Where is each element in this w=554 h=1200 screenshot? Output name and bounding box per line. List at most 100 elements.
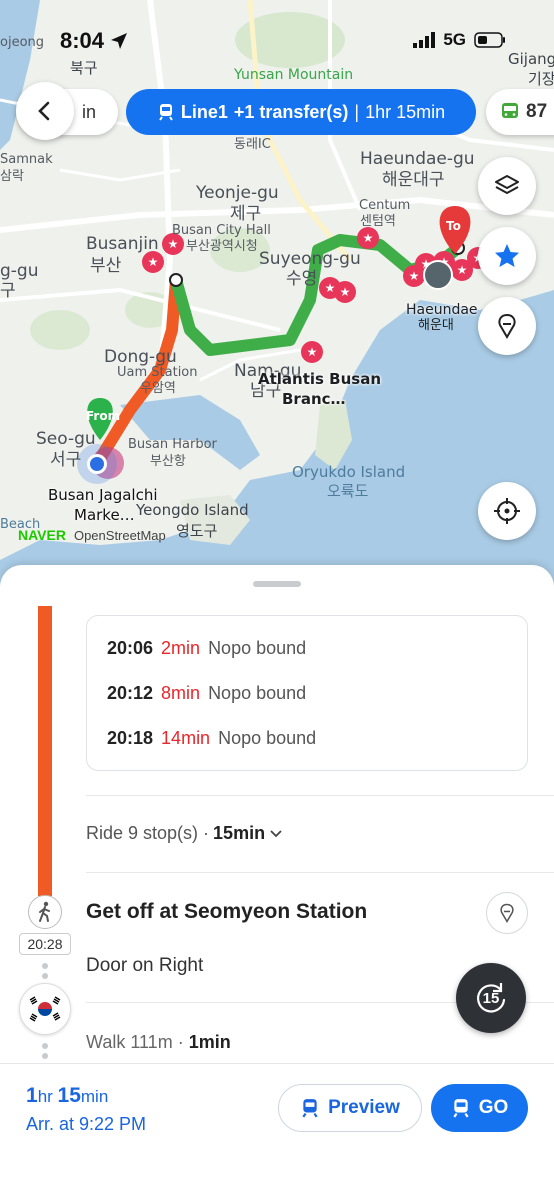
departure-wait: 14min	[161, 728, 211, 748]
ride-stops-toggle[interactable]: Ride 9 stop(s) · 15min	[86, 823, 283, 844]
map-label-city-hall: Busan City Hall	[172, 223, 271, 238]
map-pin-icon	[500, 903, 514, 923]
map-label-g-gu-ko: 구	[0, 281, 16, 301]
walk-step: Walk 111m · 1min	[86, 1032, 231, 1053]
duration-hours: 1	[26, 1084, 38, 1107]
total-duration: 1hr 15min	[26, 1084, 108, 1108]
map-label-harbor-ko: 부산항	[150, 454, 186, 469]
layers-button[interactable]	[478, 157, 536, 215]
preview-button[interactable]: Preview	[278, 1084, 422, 1132]
map-label-jagalchi-2: Marke…	[74, 506, 135, 524]
signal-icon	[413, 32, 436, 48]
map-label-oryukdo: Oryukdo Island	[292, 463, 406, 481]
chevron-down-icon	[270, 829, 282, 837]
map-label-busanjin: Busanjin	[86, 234, 159, 254]
map-label-seo-gu: Seo-gu	[36, 429, 96, 449]
star-icon	[495, 244, 519, 267]
map-label-centum-ko: 센텀역	[360, 214, 396, 229]
departure-direction: Nopo bound	[208, 638, 307, 658]
svg-text:★: ★	[340, 285, 351, 299]
osm-credit: OpenStreetMap	[73, 527, 166, 543]
map-label-atlantis-2: Branc…	[282, 390, 346, 408]
map-label-suyeong: Suyeong-gu	[259, 249, 361, 269]
departure-row: 20:18 14min Nopo bound	[107, 728, 316, 749]
station-location-button[interactable]	[486, 892, 528, 934]
duration-minutes-unit: min	[80, 1087, 109, 1106]
favorites-button[interactable]	[478, 227, 536, 285]
map-label-g-gu: g-gu	[0, 261, 39, 281]
map-label-gijang-ko: 기장	[528, 70, 554, 88]
svg-text:★: ★	[457, 263, 468, 277]
subway-icon	[159, 104, 173, 121]
place-pin-button[interactable]	[478, 297, 536, 355]
korea-flag-icon	[19, 983, 71, 1035]
get-off-instruction: Get off at Seomyeon Station	[86, 900, 368, 923]
layers-icon	[495, 175, 519, 194]
map-label-busanjin-ko: 부산	[90, 256, 122, 276]
svg-text:★: ★	[307, 345, 318, 359]
map-label-haeundae-gu-ko: 해운대구	[382, 170, 445, 190]
duration-minutes: 15	[57, 1084, 81, 1107]
bus-route-pill[interactable]: 87	[486, 89, 554, 135]
current-location-button[interactable]	[478, 482, 536, 540]
map-label-yunsan: Yunsan Mountain	[234, 67, 354, 83]
route-transfer-count: +1 transfer(s)	[233, 101, 349, 122]
map-label-yeongdo: Yeongdo Island	[136, 501, 249, 519]
status-time: 8:04	[60, 28, 128, 54]
departure-row: 20:12 8min Nopo bound	[107, 683, 306, 704]
walk-distance: Walk 111m ·	[86, 1032, 184, 1052]
divider	[86, 872, 554, 873]
location-arrow-icon	[111, 33, 128, 49]
to-pin-label: To	[446, 219, 461, 233]
map-label-haeundae: Haeundae	[406, 302, 478, 318]
bus-route-number: 87	[526, 101, 548, 122]
naver-logo: NAVER	[18, 527, 66, 543]
from-pin-label: From	[86, 409, 121, 423]
map-label-bukgu: 북구	[70, 59, 98, 77]
map-label-uam: Uam Station	[117, 365, 198, 380]
map-label-yeonje: Yeonje-gu	[196, 183, 279, 203]
map-label-ic: 동래IC	[234, 137, 271, 152]
map-label-haeundae-gu: Haeundae-gu	[360, 149, 475, 169]
previous-route-text: in	[81, 101, 96, 122]
route-separator: |	[354, 101, 360, 122]
map-label-suyeong-ko: 수영	[286, 269, 318, 289]
bus-icon	[502, 103, 518, 118]
walk-step-marker	[28, 895, 62, 929]
map-label-haeundae-ko: 해운대	[418, 318, 454, 333]
svg-text:★: ★	[363, 231, 374, 245]
duration-hours-unit: hr	[37, 1087, 58, 1106]
map-label-centum: Centum	[359, 198, 411, 213]
carrier-label: 5G	[443, 30, 466, 49]
subway-icon	[302, 1099, 318, 1118]
map-label-ojeong: ojeong	[0, 35, 45, 50]
arrival-time: Arr. at 9:22 PM	[26, 1114, 147, 1134]
map-pin-icon	[498, 313, 516, 339]
replay-15s-button[interactable]: 15	[456, 963, 526, 1033]
map-label-samnak: Samnak	[0, 152, 53, 167]
go-button[interactable]: GO	[431, 1084, 528, 1132]
map-label-yeonje-ko: 제구	[230, 204, 262, 224]
timeline-dot	[42, 1043, 48, 1049]
back-button[interactable]	[16, 82, 74, 140]
map-label-atlantis: Atlantis Busan	[258, 370, 382, 388]
map-label-gijang: Gijang	[508, 50, 554, 68]
walking-person-icon	[39, 901, 50, 922]
walk-duration: 1min	[188, 1032, 231, 1052]
departure-time: 20:18	[107, 728, 154, 748]
go-label: GO	[478, 1097, 509, 1118]
status-time-text: 8:04	[60, 28, 105, 53]
map-label-oryukdo-ko: 오륙도	[327, 482, 369, 500]
svg-text:★: ★	[325, 281, 336, 295]
departure-wait: 8min	[161, 683, 201, 703]
svg-text:★: ★	[148, 255, 159, 269]
departure-direction: Nopo bound	[218, 728, 317, 748]
chevron-left-icon	[38, 101, 50, 121]
svg-text:★: ★	[168, 237, 179, 251]
sheet-drag-handle[interactable]	[253, 581, 301, 587]
ride-duration: 15min	[213, 823, 266, 843]
arrival-time-badge: 20:28	[19, 933, 71, 955]
departure-time: 20:06	[107, 638, 154, 658]
selected-route-pill[interactable]: Line1 +1 transfer(s) | 1hr 15min	[126, 89, 476, 135]
departure-direction: Nopo bound	[208, 683, 307, 703]
